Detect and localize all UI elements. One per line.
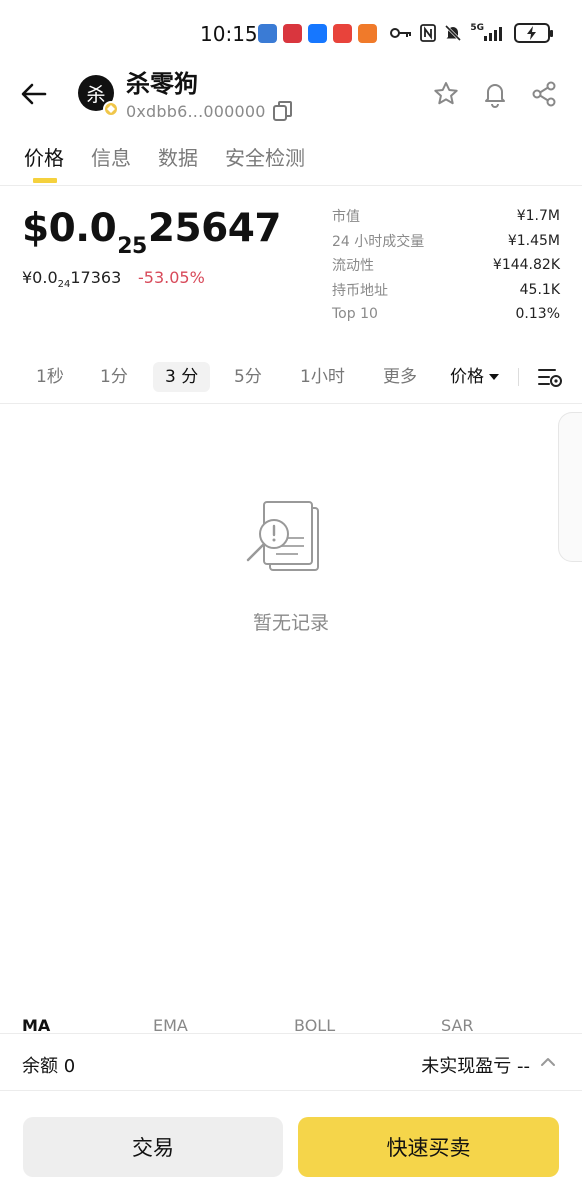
network-label: 5G [470, 23, 484, 33]
caret-down-icon [489, 374, 499, 380]
signal-5g-icon: 5G [470, 22, 506, 44]
timeframe-5m[interactable]: 5分 [234, 362, 262, 392]
price-cny-prefix: ¥0.0 [22, 268, 58, 287]
price-cny-zero-count: 24 [57, 279, 71, 290]
stat-24h-volume: 24 小时成交量 ¥1.45M [332, 229, 560, 254]
copy-icon[interactable] [272, 100, 294, 122]
active-tab-indicator [33, 178, 57, 183]
stat-value: ¥144.82K [492, 257, 560, 274]
side-panel-handle[interactable] [558, 412, 582, 562]
empty-state-text: 暂无记录 [252, 612, 329, 634]
stat-value: ¥1.7M [516, 208, 560, 225]
price-usd-zero-count: 25 [117, 234, 147, 259]
app-notification-icon [258, 24, 277, 43]
token-avatar-char: 杀 [86, 83, 106, 106]
arrow-left-icon [21, 83, 47, 105]
timeframe-more[interactable]: 更多 [383, 362, 417, 392]
app-notification-icon [308, 24, 327, 43]
chart-settings-icon[interactable] [537, 364, 563, 390]
stat-value: 45.1K [519, 281, 560, 298]
token-name: 杀零狗 [126, 70, 198, 98]
timeframe-bar: 1秒 1分 3 分 5分 1小时 更多 价格 [0, 352, 582, 404]
stat-value: ¥1.45M [507, 232, 560, 249]
price-cny-suffix: 17363 [70, 268, 122, 287]
price-change-percent: -53.05% [138, 268, 205, 287]
status-system-icons: 5G [390, 22, 553, 44]
market-stats: 市值 ¥1.7M 24 小时成交量 ¥1.45M 流动性 ¥144.82K 持币… [332, 204, 560, 327]
indicator-ema[interactable]: EMA [153, 1016, 188, 1034]
indicator-tabs: MA EMA BOLL SAR [0, 1016, 582, 1034]
stat-label: 流动性 [332, 258, 374, 275]
trade-button[interactable]: 交易 [23, 1117, 283, 1177]
stat-value: 0.13% [515, 306, 560, 323]
tab-info[interactable]: 信息 [91, 142, 131, 171]
timeframe-1m[interactable]: 1分 [100, 362, 128, 392]
indicator-sar[interactable]: SAR [441, 1016, 474, 1034]
stat-label: 市值 [332, 209, 360, 226]
price-usd-prefix: $0.0 [22, 206, 117, 251]
app-notification-icon [283, 24, 302, 43]
mute-bell-icon [444, 22, 462, 44]
app-notification-icon [333, 24, 352, 43]
stat-label: Top 10 [332, 306, 378, 323]
stat-top10: Top 10 0.13% [332, 302, 560, 327]
no-records-icon [240, 498, 336, 594]
app-notification-icon [358, 24, 377, 43]
timeframe-1s[interactable]: 1秒 [36, 362, 64, 392]
chevron-up-icon[interactable] [538, 1052, 558, 1072]
divider [518, 368, 519, 386]
chart-type-label: 价格 [450, 367, 484, 387]
tab-security-check[interactable]: 安全检测 [225, 142, 305, 171]
back-button[interactable] [18, 78, 50, 110]
stat-liquidity: 流动性 ¥144.82K [332, 253, 560, 278]
price-usd: $0.02525647 [22, 206, 282, 259]
status-bar: 10:15 5G [0, 0, 582, 62]
stat-market-cap: 市值 ¥1.7M [332, 204, 560, 229]
timeframe-1h[interactable]: 1小时 [300, 362, 345, 392]
chart-type-dropdown[interactable]: 价格 [450, 362, 500, 392]
unrealized-pnl: 未实现盈亏 -- [421, 1056, 530, 1077]
star-icon[interactable] [432, 80, 460, 108]
indicator-ma[interactable]: MA [22, 1016, 50, 1034]
bell-icon[interactable] [481, 80, 509, 108]
stat-label: 24 小时成交量 [332, 233, 425, 250]
tab-bar: 价格 信息 数据 安全检测 [0, 140, 582, 186]
timeframe-3m[interactable]: 3 分 [153, 362, 211, 392]
quick-trade-button[interactable]: 快速买卖 [298, 1117, 559, 1177]
share-icon[interactable] [530, 80, 558, 108]
tab-data[interactable]: 数据 [158, 142, 198, 171]
nfc-icon [420, 22, 437, 44]
stat-holders: 持币地址 45.1K [332, 278, 560, 303]
status-time: 10:15 [200, 22, 258, 46]
key-icon [390, 22, 412, 44]
chain-badge-icon [103, 101, 119, 117]
battery-icon [514, 23, 553, 43]
price-usd-suffix: 25647 [147, 206, 282, 251]
token-address: 0xdbb6...000000 [126, 102, 266, 121]
stat-label: 持币地址 [332, 282, 388, 299]
balance-bar[interactable]: 余额 0 未实现盈亏 -- [0, 1033, 582, 1091]
tab-price[interactable]: 价格 [24, 142, 64, 171]
indicator-boll[interactable]: BOLL [294, 1016, 335, 1034]
price-cny: ¥0.02417363 [22, 268, 122, 290]
balance-label: 余额 0 [22, 1056, 76, 1077]
status-app-icons [258, 24, 377, 43]
